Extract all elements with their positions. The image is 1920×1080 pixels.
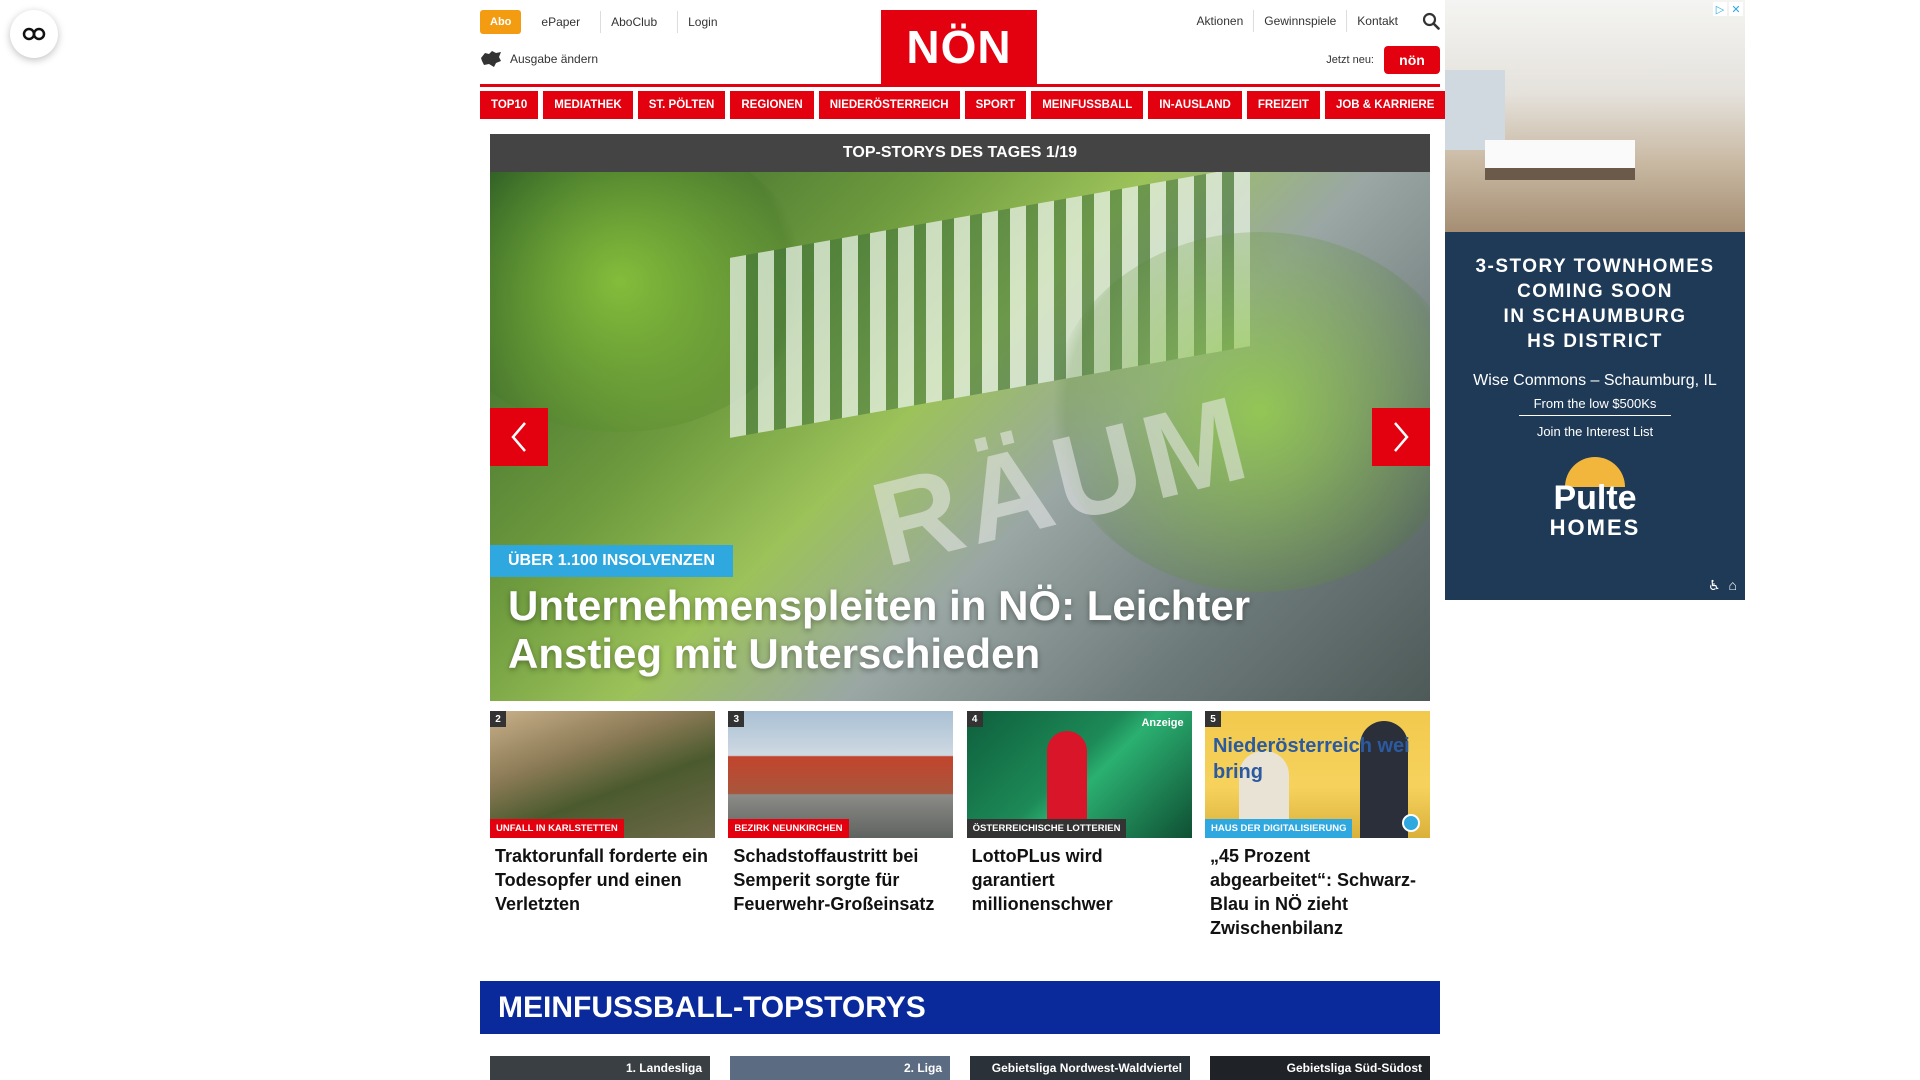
hero-image[interactable]: RÄUM ÜBER 1.100 INSOLVENZEN Unternehmens… <box>490 172 1430 701</box>
main-nav: TOP10 MEDIATHEK ST. PÖLTEN REGIONEN NIED… <box>480 91 1446 119</box>
ad-kitchen-island <box>1485 140 1635 180</box>
story-category: BEZIRK NEUNKIRCHEN <box>728 819 849 838</box>
top-stories-slider: TOP-STORYS DES TAGES 1/19 RÄUM ÜBER 1.10… <box>490 134 1430 701</box>
site-container: Abo ePaper AboClub Login Ausgabe ändern … <box>480 0 1446 1080</box>
gewinnspiele-link[interactable]: Gewinnspiele <box>1253 10 1346 32</box>
teaser-card[interactable]: Gebietsliga Süd-Südost <box>1210 1056 1430 1080</box>
accessibility-icon <box>22 27 46 41</box>
nav-item-niederoesterreich[interactable]: NIEDERÖSTERREICH <box>818 91 960 119</box>
slider-next-button[interactable] <box>1372 408 1430 466</box>
story-title[interactable]: Schadstoffaustritt bei Semperit sorgte f… <box>728 844 953 916</box>
teaser-card[interactable]: 1. Landesliga <box>490 1056 710 1080</box>
nav-item-st-poelten[interactable]: ST. PÖLTEN <box>637 91 726 119</box>
nav-item-sport[interactable]: SPORT <box>964 91 1027 119</box>
story-title[interactable]: „45 Prozent abgearbeitet“: Schwarz-Blau … <box>1205 844 1430 940</box>
ad-footer-icons: ♿ ⌂ <box>1708 577 1737 594</box>
story-number: 3 <box>728 711 745 727</box>
teaser-league: Gebietsliga Süd-Südost <box>1286 1061 1422 1075</box>
ad-headline: 3-STORY TOWNHOMES COMING SOON IN SCHAUMB… <box>1445 254 1745 354</box>
nav-item-meinfussball[interactable]: MEINFUSSBALL <box>1031 91 1144 119</box>
epaper-link[interactable]: ePaper <box>531 11 590 33</box>
story-category: ÖSTERREICHISCHE LOTTERIEN <box>966 819 1127 838</box>
map-icon <box>481 51 501 67</box>
ad-controls: ▷ ✕ <box>1713 2 1743 16</box>
story-cards: 2 UNFALL IN KARLSTETTEN Traktorunfall fo… <box>490 711 1430 940</box>
ad-headline-line: IN SCHAUMBURG <box>1503 306 1687 327</box>
ad-headline-line: 3-STORY TOWNHOMES <box>1475 256 1715 277</box>
top-left-links: Abo ePaper AboClub Login <box>480 10 728 34</box>
story-number: 2 <box>490 711 506 727</box>
advertisement[interactable]: ▷ ✕ 3-STORY TOWNHOMES COMING SOON IN SCH… <box>1445 0 1745 600</box>
ad-image: ▷ ✕ <box>1445 0 1745 232</box>
close-icon[interactable]: ✕ <box>1729 2 1743 16</box>
teaser-card[interactable]: Gebietsliga Nordwest-Waldviertel <box>970 1056 1190 1080</box>
wheelchair-icon: ♿ <box>1707 577 1721 593</box>
ad-price: From the low $500Ks <box>1519 396 1671 416</box>
jetzt-label: Jetzt neu: <box>1326 54 1374 66</box>
ad-cta[interactable]: Join the Interest List <box>1445 424 1745 439</box>
story-number: 5 <box>1204 711 1221 727</box>
search-icon[interactable] <box>1422 12 1440 30</box>
ad-info-icon[interactable]: ▷ <box>1713 2 1727 16</box>
slider-header: TOP-STORYS DES TAGES 1/19 <box>490 134 1430 172</box>
story-card[interactable]: 3 BEZIRK NEUNKIRCHEN Schadstoffaustritt … <box>728 711 954 940</box>
nav-item-in-ausland[interactable]: IN-AUSLAND <box>1148 91 1242 119</box>
top-right-links: Aktionen Gewinnspiele Kontakt <box>1187 10 1440 32</box>
aktionen-link[interactable]: Aktionen <box>1187 10 1254 32</box>
hero-headline[interactable]: Unternehmenspleiten in NÖ: Leichter Anst… <box>508 582 1388 678</box>
story-category: UNFALL IN KARLSTETTEN <box>490 819 624 838</box>
play-icon[interactable] <box>1401 814 1420 832</box>
chevron-left-icon <box>511 422 526 452</box>
chevron-right-icon <box>1394 422 1409 452</box>
teaser-league: 1. Landesliga <box>625 1061 702 1075</box>
edition-label: Ausgabe ändern <box>510 52 599 66</box>
edition-switch[interactable]: Ausgabe ändern <box>480 50 598 68</box>
teaser-league: 2. Liga <box>903 1061 942 1075</box>
site-header: Abo ePaper AboClub Login Ausgabe ändern … <box>480 0 1440 84</box>
site-logo[interactable]: NÖN <box>881 10 1037 84</box>
ad-brand-top: Pulte <box>1553 479 1637 517</box>
nav-item-mediathek[interactable]: MEDIATHEK <box>543 91 633 119</box>
equal-housing-icon: ⌂ <box>1728 577 1737 593</box>
nav-item-freizeit[interactable]: FREIZEIT <box>1246 91 1320 119</box>
app-badge: nön <box>1384 46 1440 74</box>
nav-item-top10[interactable]: TOP10 <box>480 91 539 119</box>
story-card[interactable]: Niederösterreich wei bring 5 HAUS DER DI… <box>1204 711 1430 940</box>
story-title[interactable]: LottoPLus wird garantiert millionenschwe… <box>967 844 1192 916</box>
accessibility-button[interactable] <box>10 10 58 58</box>
presenter-figure <box>1046 731 1087 831</box>
story-image[interactable]: 2 UNFALL IN KARLSTETTEN <box>490 711 715 838</box>
ad-window <box>1445 70 1505 150</box>
story-image-text: Niederösterreich wei bring <box>1212 735 1410 783</box>
ad-brand-logo: Pulte HOMES <box>1445 457 1745 541</box>
ad-location: Wise Commons – Schaumburg, IL <box>1473 372 1717 389</box>
jetzt-neu[interactable]: Jetzt neu: nön <box>1326 46 1440 74</box>
story-image[interactable]: 4 Anzeige ÖSTERREICHISCHE LOTTERIEN <box>966 711 1192 838</box>
story-card[interactable]: 2 UNFALL IN KARLSTETTEN Traktorunfall fo… <box>490 711 715 940</box>
teaser-league: Gebietsliga Nordwest-Waldviertel <box>991 1061 1182 1075</box>
ad-headline-line: COMING SOON <box>1517 281 1673 302</box>
story-category: HAUS DER DIGITALISIERUNG <box>1204 819 1353 838</box>
slider-prev-button[interactable] <box>490 408 548 466</box>
section-title-meinfussball[interactable]: MEINFUSSBALL-TOPSTORYS <box>480 981 1440 1034</box>
story-image[interactable]: Niederösterreich wei bring 5 HAUS DER DI… <box>1204 711 1430 838</box>
nav-item-job-karriere[interactable]: JOB & KARRIERE <box>1324 91 1446 119</box>
nav-item-regionen[interactable]: REGIONEN <box>730 91 814 119</box>
story-title[interactable]: Traktorunfall forderte ein Todesopfer un… <box>490 844 715 916</box>
teaser-card[interactable]: 2. Liga <box>730 1056 950 1080</box>
story-image[interactable]: 3 BEZIRK NEUNKIRCHEN <box>728 711 954 838</box>
abo-button[interactable]: Abo <box>480 10 522 34</box>
ad-brand-bottom: HOMES <box>1549 515 1641 540</box>
story-number: 4 <box>966 711 983 727</box>
header-divider <box>480 84 1440 87</box>
hero-category-tag[interactable]: ÜBER 1.100 INSOLVENZEN <box>490 545 733 577</box>
meinfussball-teasers: 1. Landesliga 2. Liga Gebietsliga Nordwe… <box>490 1056 1430 1080</box>
login-link[interactable]: Login <box>677 11 727 33</box>
ad-headline-line: HS DISTRICT <box>1527 331 1663 352</box>
kontakt-link[interactable]: Kontakt <box>1346 10 1408 32</box>
aboclub-link[interactable]: AboClub <box>600 11 667 33</box>
story-card[interactable]: 4 Anzeige ÖSTERREICHISCHE LOTTERIEN Lott… <box>966 711 1192 940</box>
ad-label: Anzeige <box>1141 717 1184 729</box>
